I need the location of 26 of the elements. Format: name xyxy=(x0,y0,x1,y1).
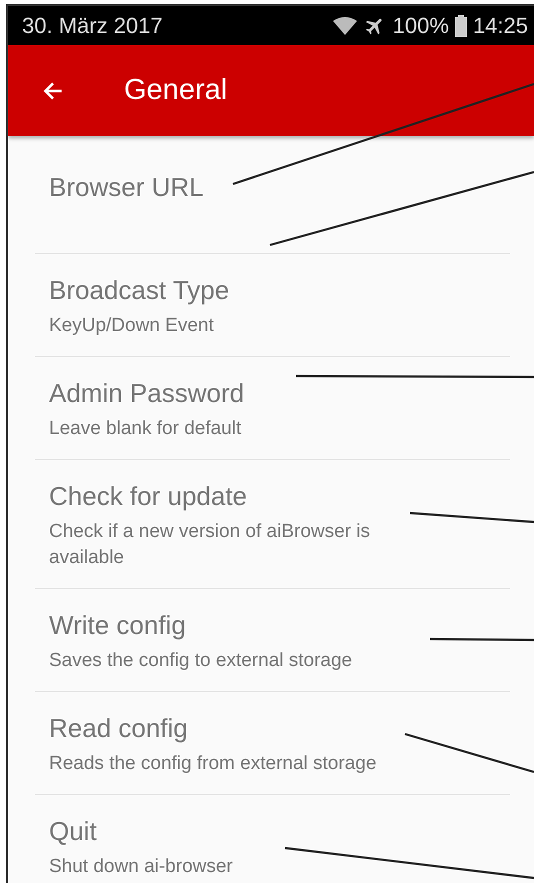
status-date: 30. März 2017 xyxy=(22,12,163,38)
settings-item[interactable]: Admin Password Leave blank for default xyxy=(35,356,510,459)
battery-icon xyxy=(454,14,467,36)
status-time: 14:25 xyxy=(472,12,528,38)
item-title: Browser URL xyxy=(49,171,204,204)
settings-item[interactable]: Browser URL xyxy=(35,136,510,253)
item-summary: Shut down ai-browser xyxy=(49,855,233,879)
item-summary: KeyUp/Down Event xyxy=(49,314,214,338)
battery-percent: 100% xyxy=(392,12,449,38)
item-title: Broadcast Type xyxy=(49,274,230,307)
item-summary: Leave blank for default xyxy=(49,417,242,441)
item-summary: Check if a new version of aiBrowser is available xyxy=(49,520,372,570)
item-title: Read config xyxy=(49,712,188,745)
settings-item[interactable]: Quit Shut down ai-browser xyxy=(35,794,510,883)
item-title: Check for update xyxy=(49,480,248,513)
settings-item[interactable]: Read config Reads the config from external storage xyxy=(35,691,510,794)
screen-title: General xyxy=(124,74,228,107)
item-title: Admin Password xyxy=(49,377,244,410)
settings-item[interactable]: Write config Saves the config to external storage xyxy=(35,588,510,691)
settings-item[interactable]: Broadcast Type KeyUp/Down Event xyxy=(35,253,510,356)
item-title: Write config xyxy=(49,609,186,642)
item-summary: Reads the config from external storage xyxy=(49,752,376,776)
wifi-icon xyxy=(332,16,357,34)
settings-item[interactable]: Check for update Check if a new version of aiBrowser is available xyxy=(35,459,510,588)
item-summary: Saves the config to external storage xyxy=(49,649,352,673)
item-title: Quit xyxy=(49,815,97,848)
